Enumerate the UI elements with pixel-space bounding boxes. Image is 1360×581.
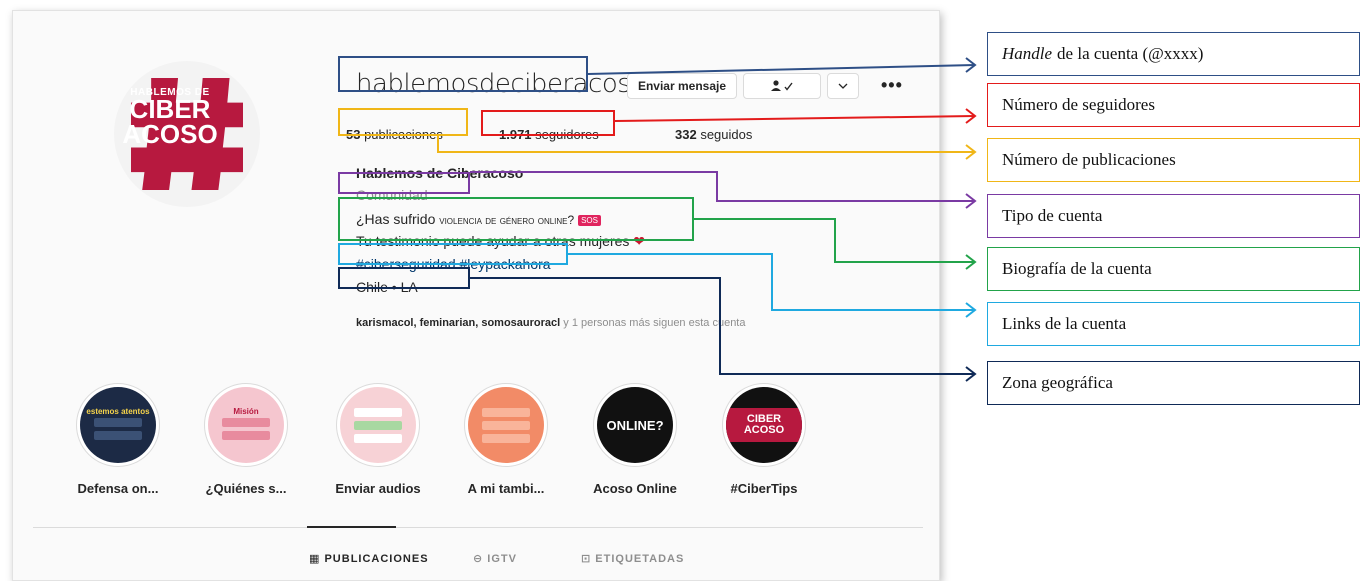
connector-posts (437, 136, 975, 153)
callout-zone: Zona geográfica (987, 361, 1360, 405)
callout-handle: Handle de la cuenta (@xxxx) (987, 32, 1360, 76)
callout-bio: Biografía de la cuenta (987, 247, 1360, 291)
connector-type (470, 171, 975, 202)
connector-followers (614, 115, 976, 122)
callout-handle-italic: Handle (1002, 44, 1053, 63)
callout-posts: Número de publicaciones (987, 138, 1360, 182)
connector-handle (587, 64, 976, 75)
callout-account-type: Tipo de cuenta (987, 194, 1360, 238)
callout-handle-text: de la cuenta (@xxxx) (1057, 44, 1204, 63)
callout-followers: Número de seguidores (987, 83, 1360, 127)
connector-bio (694, 218, 975, 263)
callout-links: Links de la cuenta (987, 302, 1360, 346)
connector-zone (470, 277, 975, 375)
